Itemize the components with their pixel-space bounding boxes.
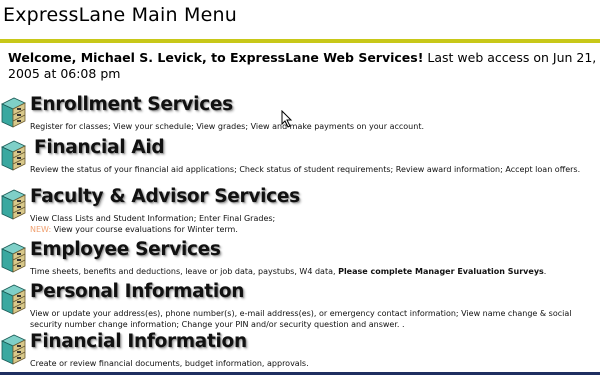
- cabinet-icon[interactable]: [0, 241, 27, 273]
- employee-services-link[interactable]: Employee Services: [30, 239, 221, 260]
- cabinet-icon[interactable]: [0, 96, 27, 128]
- financial-aid-link[interactable]: Financial Aid: [34, 137, 165, 158]
- cabinet-icon[interactable]: [0, 283, 27, 315]
- employee-desc-text: Time sheets, benefits and deductions, le…: [30, 267, 339, 276]
- faculty-desc-line1: View Class Lists and Student Information…: [30, 214, 276, 223]
- financial-aid-desc: Review the status of your financial aid …: [30, 165, 581, 174]
- manager-evaluation-link[interactable]: Please complete Manager Evaluation Surve…: [338, 267, 544, 276]
- employee-services-desc: Time sheets, benefits and deductions, le…: [30, 266, 595, 277]
- personal-information-link[interactable]: Personal Information: [30, 281, 244, 302]
- enrollment-services-link[interactable]: Enrollment Services: [30, 94, 233, 115]
- faculty-advisor-services-link[interactable]: Faculty & Advisor Services: [30, 186, 300, 207]
- mouse-cursor-icon: [281, 110, 293, 128]
- new-tag: NEW:: [30, 225, 52, 234]
- welcome-greeting: Welcome, Michael S. Levick, to ExpressLa…: [8, 50, 424, 65]
- financial-information-link[interactable]: Financial Information: [30, 331, 247, 352]
- cabinet-icon[interactable]: [0, 333, 27, 365]
- page-title: ExpressLane Main Menu: [3, 4, 237, 26]
- cabinet-icon[interactable]: [0, 139, 27, 171]
- faculty-advisor-services-desc: View Class Lists and Student Information…: [30, 213, 595, 235]
- faculty-desc-line2: View your course evaluations for Winter …: [51, 225, 238, 234]
- welcome-message: Welcome, Michael S. Levick, to ExpressLa…: [8, 50, 598, 82]
- personal-information-desc: View or update your address(es), phone n…: [30, 309, 572, 329]
- title-divider: [0, 39, 600, 43]
- cabinet-icon[interactable]: [0, 188, 27, 220]
- financial-information-desc: Create or review financial documents, bu…: [30, 359, 309, 368]
- enrollment-services-desc: Register for classes; View your schedule…: [30, 122, 424, 131]
- employee-desc-end: .: [543, 267, 547, 276]
